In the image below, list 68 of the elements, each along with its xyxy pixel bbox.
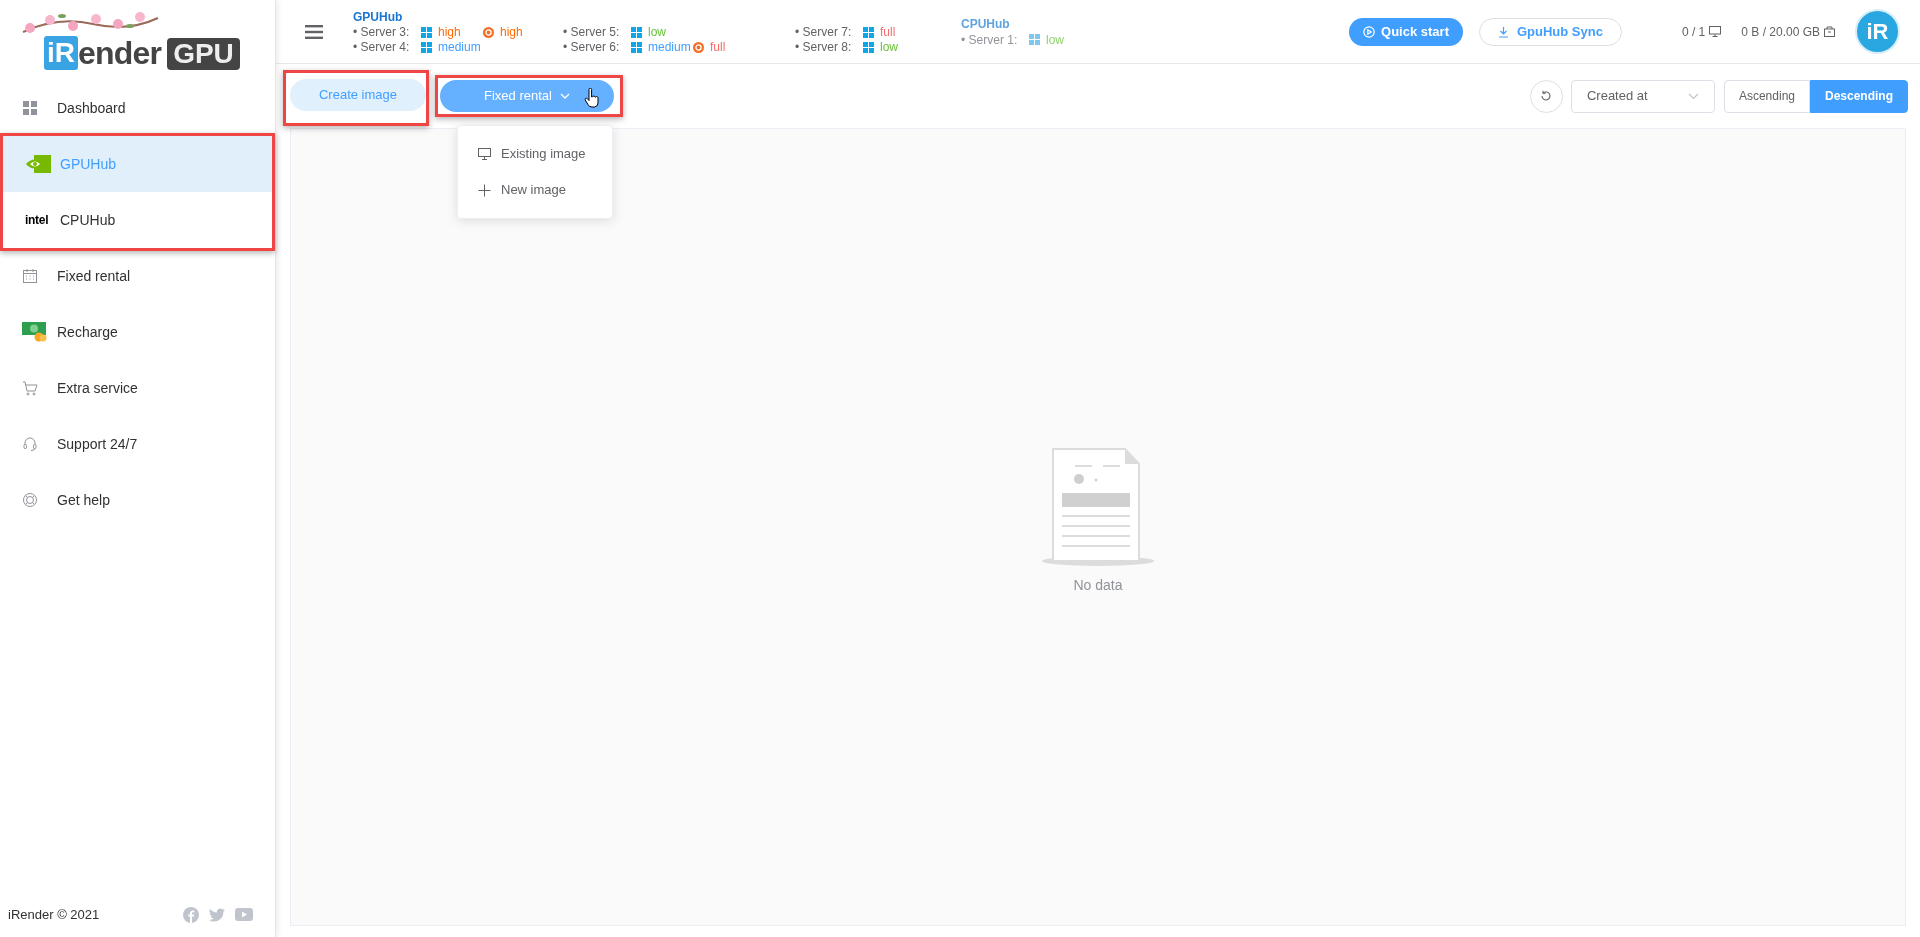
windows-icon [421,26,432,38]
hub-title: GPUHub [353,8,404,25]
lifebuoy-icon [22,492,38,508]
status-text: low [1046,31,1064,49]
sort-order-button[interactable]: Ascending [1723,79,1810,113]
windows-icon [1029,34,1040,45]
grid-icon [22,100,38,116]
machine-count: 0 / 1 [1681,23,1706,41]
sidebar-item[interactable]: Recharge [0,304,275,360]
windows-icon [863,41,874,53]
status-text: medium [438,39,481,56]
menu-item[interactable]: Existing image [458,136,612,172]
server-label: • Server 8: [795,39,853,56]
sidebar-item[interactable]: Fixed rental [0,248,275,304]
menu-button[interactable] [305,22,323,41]
sidebar-item[interactable]: intel CPUHub [3,192,272,248]
status-text: full [880,24,896,41]
server-label: • Server 6: [563,39,621,56]
facebook-icon [183,906,199,923]
ubuntu-icon [483,26,494,38]
status-text: full [710,39,726,56]
server-label: • Server 7: [795,24,853,41]
monitor-icon [1709,26,1722,37]
sidebar-item[interactable]: Dashboard [0,80,275,136]
eye-logo-icon [25,155,51,173]
menu-icon [305,24,323,39]
video-play-icon [235,908,253,921]
money-icon [22,321,48,343]
sidebar-item[interactable]: Extra service [0,360,275,416]
server-label: • Server 5: [563,24,621,41]
cart-icon [22,380,38,396]
server-label: • Server 3: [353,24,411,41]
storage-box-icon [1824,26,1835,37]
storage-usage: 0 B / 20.00 GB [1741,23,1820,41]
ubuntu-icon [693,41,704,53]
status-text: medium [648,39,691,56]
hand-cursor-icon [584,88,600,108]
windows-icon [631,26,642,38]
status-text: low [880,39,898,56]
status-text: high [438,24,461,41]
windows-icon [421,41,432,53]
chevron-down-icon [1687,92,1699,100]
server-label: • Server 1: [961,31,1019,49]
status-text: low [648,24,666,41]
status-text: high [500,24,523,41]
empty-document-icon [1042,446,1154,567]
sort-select[interactable]: Created at [1570,79,1715,113]
calendar-icon [22,268,38,284]
windows-icon [631,41,642,53]
plus-icon [478,183,491,197]
hub-title: CPUHub [961,16,1011,32]
sidebar-item[interactable]: Get help [0,472,275,528]
brand-logo: intel [25,212,49,229]
download-icon [1497,25,1509,38]
twitter-icon [209,907,225,922]
logo-text: ender [78,36,162,70]
logo-mark: iR [44,36,78,70]
play-icon [1363,25,1376,38]
windows-icon [863,26,874,38]
copyright-text: iRender © 2021 [8,905,100,924]
empty-state-text: No data [1073,575,1123,595]
refresh-icon [1540,90,1553,102]
server-label: • Server 4: [353,39,411,56]
headset-icon [22,436,38,452]
sidebar-item[interactable]: Support 24/7 [0,416,275,472]
logo-badge: GPU [167,38,240,70]
monitor-icon [478,148,491,160]
menu-item[interactable]: New image [458,172,612,208]
